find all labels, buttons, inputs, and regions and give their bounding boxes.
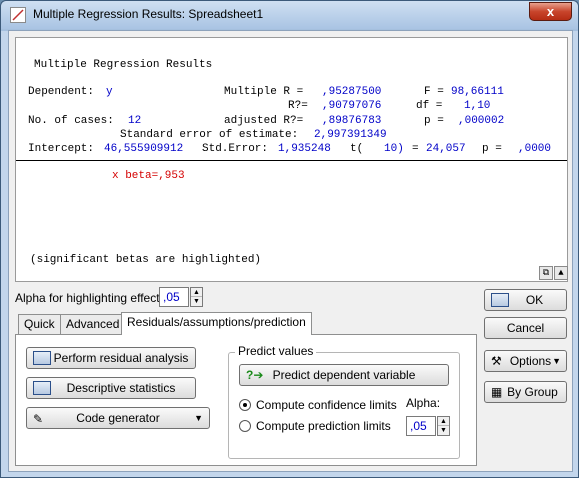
by-group-icon: ▦ (491, 385, 503, 399)
predict-values-group: Predict values ?➔ Predict dependent vari… (228, 344, 460, 459)
chevron-down-icon: ▼ (194, 413, 203, 423)
close-button[interactable]: x (529, 2, 572, 21)
cases-value: 12 (128, 115, 142, 127)
options-label: Options (509, 354, 552, 368)
alpha-label: Alpha for highlighting effects: (15, 291, 169, 305)
by-group-button[interactable]: ▦ By Group (484, 381, 567, 403)
predict-dependent-button[interactable]: ?➔ Predict dependent variable (239, 364, 449, 386)
spin-up-icon[interactable]: ▲ (191, 288, 202, 297)
spin-down-icon[interactable]: ▼ (438, 426, 449, 435)
predict-arrow-icon: ?➔ (246, 368, 264, 382)
beta-line: x beta=,953 (112, 170, 185, 182)
alpha-spinner[interactable]: ▲ ▼ (190, 287, 203, 307)
tab-residuals[interactable]: Residuals/assumptions/prediction (121, 312, 312, 335)
intercept-value: 46,555909912 (104, 143, 184, 155)
adj-r2-label: adjusted R?= (224, 115, 304, 127)
predict-dependent-label: Predict dependent variable (272, 368, 416, 382)
descriptive-stats-button[interactable]: Descriptive statistics (26, 377, 196, 399)
p-label: p = (424, 115, 444, 127)
r2-label: R?= (288, 100, 308, 112)
ok-icon (491, 293, 509, 307)
multiple-r-value: ,95287500 (322, 86, 382, 98)
panel-alpha-label: Alpha: (406, 396, 441, 410)
cases-label: No. of cases: (28, 115, 114, 127)
panel-alpha-spinner[interactable]: ▲ ▼ (437, 416, 450, 436)
prediction-label: Compute prediction limits (256, 419, 391, 433)
by-group-label: By Group (507, 385, 558, 399)
options-button[interactable]: ⚒ Options ▼ (484, 350, 567, 372)
spin-down-icon[interactable]: ▼ (191, 297, 202, 306)
window-title: Multiple Regression Results: Spreadsheet… (33, 7, 264, 21)
dialog-window: Multiple Regression Results: Spreadsheet… (0, 0, 579, 478)
ok-label: OK (525, 293, 544, 307)
app-icon (10, 7, 26, 23)
adj-r2-value: ,89876783 (322, 115, 382, 127)
alpha-input[interactable]: ,05 (159, 287, 189, 307)
perform-residual-label: Perform residual analysis (53, 351, 189, 365)
perform-residual-button[interactable]: Perform residual analysis (26, 347, 196, 369)
t-df: 10) (384, 143, 404, 155)
multiple-r-label: Multiple R = (224, 86, 304, 98)
confidence-radio[interactable] (239, 399, 251, 411)
tab-advanced[interactable]: Advanced (60, 314, 126, 334)
code-generator-label: Code generator (76, 411, 160, 425)
chevron-down-icon: ▼ (552, 356, 561, 366)
table-icon (33, 351, 51, 365)
r2-value: ,90797076 (322, 100, 382, 112)
descriptive-stats-label: Descriptive statistics (66, 381, 176, 395)
tab-quick[interactable]: Quick (18, 314, 61, 334)
options-icon: ⚒ (491, 354, 502, 368)
copy-icon[interactable]: ⧉ (539, 266, 553, 280)
p2-value: ,0000 (518, 143, 552, 155)
dependent-label: Dependent: (28, 86, 95, 98)
panel-alpha-input[interactable]: ,05 (406, 416, 436, 436)
std-error-value: 1,935248 (278, 143, 331, 155)
residuals-panel: Perform residual analysis Descriptive st… (15, 334, 477, 466)
f-value: 98,66111 (451, 86, 504, 98)
t-label: t( (350, 143, 364, 155)
results-pane: Multiple Regression Results Dependent: y… (15, 37, 568, 282)
df-label: df = (416, 100, 443, 112)
code-generator-icon: ✎ (33, 412, 44, 426)
results-divider (16, 160, 567, 161)
code-generator-button[interactable]: ✎ Code generator ▼ (26, 407, 210, 429)
intercept-label: Intercept: (28, 143, 95, 155)
t-value: 24,057 (426, 143, 466, 155)
std-err-est-value: 2,997391349 (314, 129, 387, 141)
f-label: F = (424, 86, 444, 98)
p-value: ,000002 (458, 115, 505, 127)
footer-note: (significant betas are highlighted) (30, 254, 262, 266)
spin-up-icon[interactable]: ▲ (438, 417, 449, 426)
title-bar[interactable]: Multiple Regression Results: Spreadsheet… (1, 1, 578, 29)
results-heading: Multiple Regression Results (34, 59, 213, 71)
dialog-client: Multiple Regression Results Dependent: y… (8, 30, 573, 472)
df-value: 1,10 (464, 100, 491, 112)
p2-label: p = (482, 143, 502, 155)
expand-icon[interactable]: ▲ (554, 266, 568, 280)
std-err-est-label: Standard error of estimate: (120, 129, 299, 141)
cancel-button[interactable]: Cancel (484, 317, 567, 339)
table-icon (33, 381, 51, 395)
dependent-value: y (106, 86, 113, 98)
confidence-label: Compute confidence limits (256, 398, 397, 412)
std-error-label: Std.Error: (202, 143, 269, 155)
t-equals: = (412, 143, 419, 155)
ok-button[interactable]: OK (484, 289, 567, 311)
predict-values-title: Predict values (235, 344, 317, 358)
prediction-radio[interactable] (239, 420, 251, 432)
